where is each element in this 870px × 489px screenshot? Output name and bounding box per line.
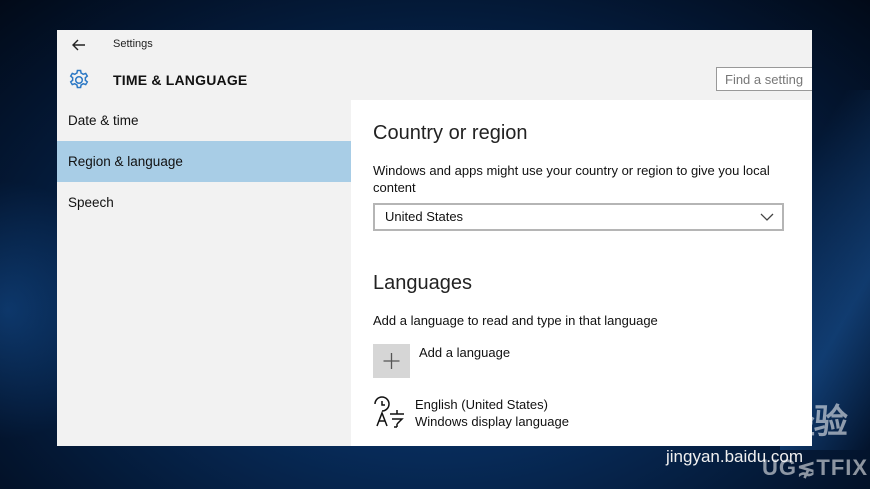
language-name[interactable]: English (United States) <box>415 397 548 412</box>
ugetfix-watermark: UG⋦TFIX <box>762 455 869 480</box>
plus-icon <box>383 353 400 369</box>
back-button[interactable] <box>69 36 89 54</box>
sidebar-item-region-language[interactable]: Region & language <box>57 141 351 182</box>
page-title: TIME & LANGUAGE <box>113 72 248 88</box>
gear-icon <box>69 69 89 89</box>
title-bar: Settings <box>57 30 812 60</box>
language-icon <box>374 396 404 428</box>
add-language-label[interactable]: Add a language <box>419 345 510 360</box>
region-heading: Country or region <box>373 122 528 144</box>
window-title: Settings <box>113 38 153 50</box>
languages-heading: Languages <box>373 272 472 294</box>
page-header: TIME & LANGUAGE <box>57 60 812 100</box>
baidu-watermark: Baidu 经验 <box>666 402 848 442</box>
chevron-down-icon <box>760 213 774 221</box>
language-subtitle: Windows display language <box>415 414 569 429</box>
sidebar-item-date-time[interactable]: Date & time <box>57 100 351 141</box>
region-description: Windows and apps might use your country … <box>373 163 770 195</box>
sidebar-item-speech[interactable]: Speech <box>57 182 351 223</box>
languages-description: Add a language to read and type in that … <box>373 313 658 328</box>
country-select[interactable]: United States <box>373 203 784 231</box>
search-input[interactable] <box>716 67 812 91</box>
settings-window: Settings TIME & LANGUAGE Date & time Reg… <box>57 30 812 446</box>
sidebar: Date & time Region & language Speech <box>57 100 351 446</box>
country-select-value: United States <box>385 209 464 224</box>
back-arrow-icon <box>72 39 85 51</box>
add-language-button[interactable] <box>373 344 410 378</box>
